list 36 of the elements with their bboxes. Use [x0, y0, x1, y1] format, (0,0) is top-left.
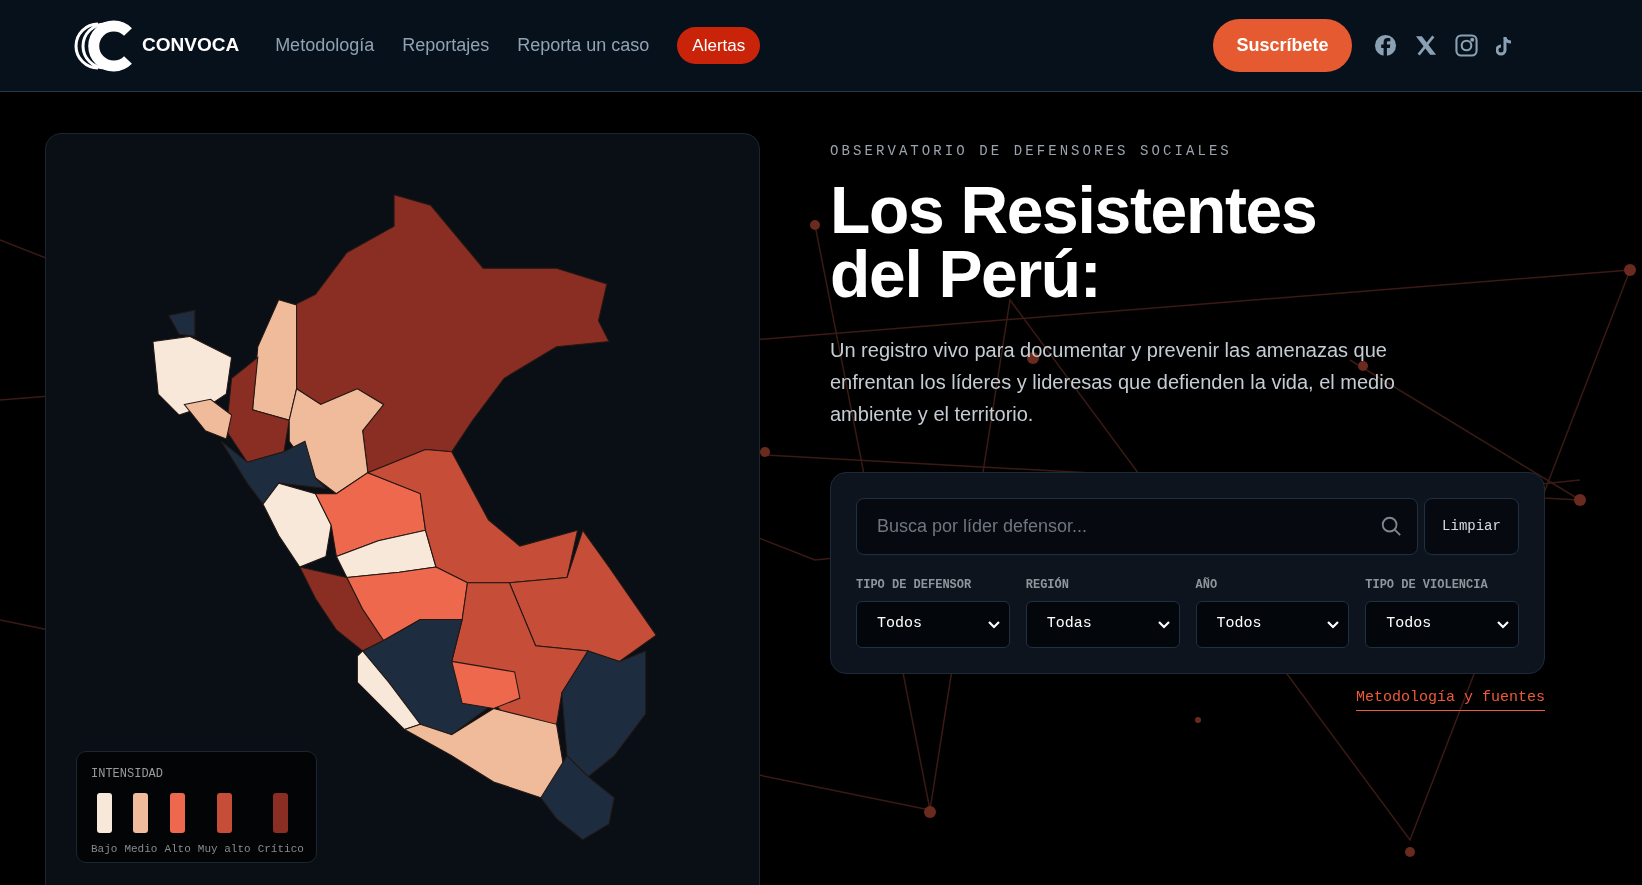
alerts-button[interactable]: Alertas: [677, 26, 761, 65]
x-icon[interactable]: [1415, 35, 1437, 56]
legend-label: Medio: [124, 842, 158, 857]
eyebrow-text: OBSERVATORIO DE DEFENSORES SOCIALES: [830, 142, 1233, 161]
chevron-down-icon: [986, 619, 1001, 630]
logo-text: CONVOCA: [142, 33, 240, 58]
legend-label: Bajo: [91, 842, 118, 857]
filter-label: AÑO: [1195, 576, 1219, 594]
legend-label: Muy alto: [197, 842, 251, 857]
description-text: Un registro vivo para documentar y prevenir las amenazas que enfrentan los líderes y lideresas que defienden la vida, el medio ambiente y el territorio.: [830, 338, 1396, 427]
nav-link[interactable]: Metodología: [275, 32, 375, 59]
legend-label: Alto: [164, 842, 191, 857]
legend-label: Crítico: [257, 842, 304, 857]
instagram-icon[interactable]: [1455, 34, 1478, 57]
chevron-down-icon: [1496, 619, 1510, 630]
nav-link[interactable]: Reporta un caso: [517, 32, 650, 59]
page-title: Los Resistentes del Perú:: [830, 178, 1318, 306]
chevron-down-icon: [1326, 619, 1341, 630]
chevron-down-icon: [1156, 619, 1171, 630]
logo-icon: [72, 19, 134, 72]
facebook-icon[interactable]: [1374, 34, 1397, 57]
filter-label: REGIÓN: [1025, 576, 1070, 594]
search-field[interactable]: Busca por líder defensor...: [856, 498, 1418, 555]
methodology-link[interactable]: Metodología y fuentes: [1355, 687, 1545, 711]
nav-link[interactable]: Reportajes: [402, 32, 490, 59]
filter-select[interactable]: Todos: [1365, 601, 1519, 648]
music-note-icon[interactable]: [1496, 35, 1514, 56]
filter-select[interactable]: Todos: [1195, 601, 1350, 648]
filter-select[interactable]: Todos: [856, 601, 1010, 648]
clear-button[interactable]: Limpiar: [1424, 498, 1519, 555]
search-icon: [1380, 515, 1402, 537]
legend-title: INTENSIDAD: [91, 766, 164, 783]
subscribe-button[interactable]: Suscríbete: [1213, 19, 1352, 72]
filter-label: TIPO DE VIOLENCIA: [1365, 577, 1489, 594]
filter-select[interactable]: Todas: [1025, 601, 1180, 648]
filter-label: TIPO DE DEFENSOR: [856, 577, 973, 594]
